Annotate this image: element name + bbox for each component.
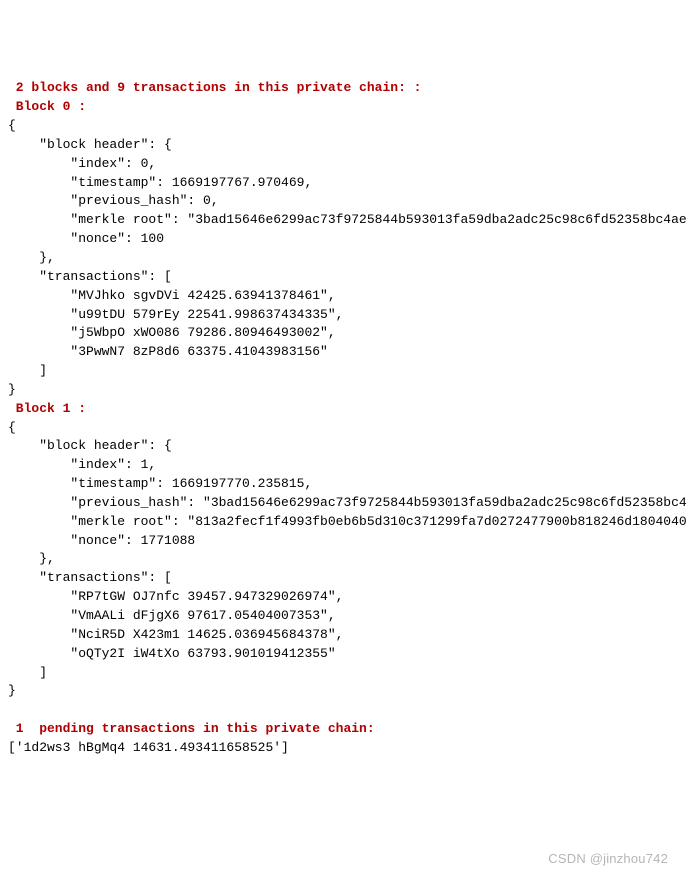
block-label: Block 0 :	[8, 99, 86, 114]
blocks-container: Block 0 : { "block header": { "index": 0…	[8, 98, 678, 701]
title-line: 2 blocks and 9 transactions in this priv…	[8, 80, 429, 95]
block-label: Block 1 :	[8, 401, 86, 416]
watermark: CSDN @jinzhou742	[548, 850, 668, 869]
pending-header: 1 pending transactions in this private c…	[8, 721, 375, 736]
pending-list: ['1d2ws3 hBgMq4 14631.493411658525']	[8, 740, 289, 755]
